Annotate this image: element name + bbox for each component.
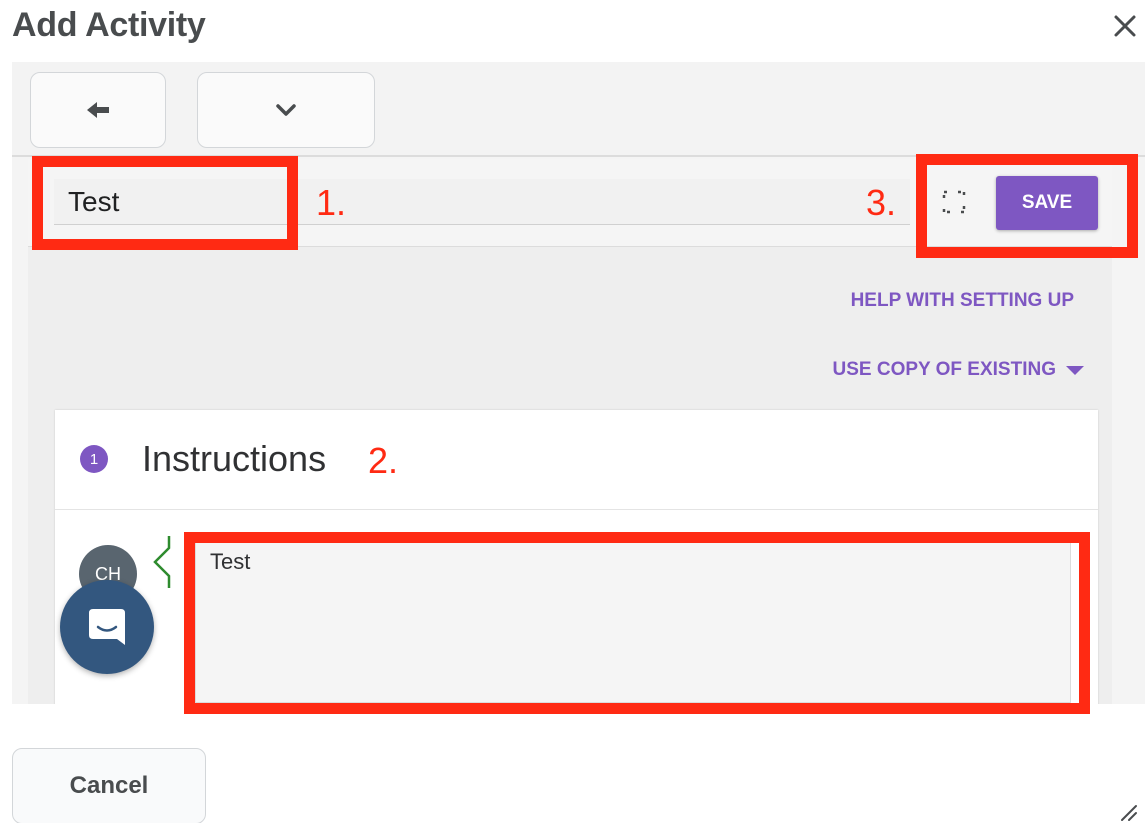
instructions-editor[interactable]: Test bbox=[195, 538, 1071, 703]
chevron-down-icon bbox=[276, 104, 296, 116]
speech-tail-icon bbox=[153, 536, 171, 588]
toolbar bbox=[12, 62, 1145, 157]
use-copy-existing-label: USE COPY OF EXISTING bbox=[832, 359, 1056, 380]
instructions-title: Instructions bbox=[142, 438, 327, 479]
back-button[interactable] bbox=[30, 72, 166, 148]
header-bar: SAVE bbox=[28, 159, 1112, 247]
fullscreen-icon bbox=[942, 190, 966, 214]
caret-down-icon bbox=[1066, 365, 1084, 375]
help-setting-up-link[interactable]: HELP WITH SETTING UP bbox=[851, 290, 1074, 312]
step-number-badge: 1 bbox=[80, 445, 108, 473]
fullscreen-button[interactable] bbox=[941, 189, 967, 215]
chat-launcher-button[interactable] bbox=[60, 580, 154, 674]
cancel-button[interactable]: Cancel bbox=[12, 748, 206, 823]
dialog-title: Add Activity bbox=[12, 6, 206, 44]
resize-grip-icon[interactable] bbox=[1116, 800, 1138, 822]
arrow-left-icon bbox=[87, 102, 109, 118]
close-button[interactable] bbox=[1108, 6, 1142, 46]
options-dropdown-button[interactable] bbox=[197, 72, 375, 148]
instructions-header: 1 Instructions bbox=[55, 410, 1098, 510]
use-copy-existing-link[interactable]: USE COPY OF EXISTING bbox=[833, 359, 1084, 381]
close-icon bbox=[1114, 15, 1136, 37]
activity-title-input[interactable] bbox=[54, 179, 910, 225]
save-button[interactable]: SAVE bbox=[996, 176, 1098, 230]
chat-bubble-icon bbox=[89, 609, 125, 645]
activity-content: SAVE HELP WITH SETTING UP USE COPY OF EX… bbox=[28, 159, 1112, 704]
instructions-card: 1 Instructions CH Test bbox=[55, 410, 1098, 704]
activity-frame: SAVE HELP WITH SETTING UP USE COPY OF EX… bbox=[12, 62, 1145, 704]
